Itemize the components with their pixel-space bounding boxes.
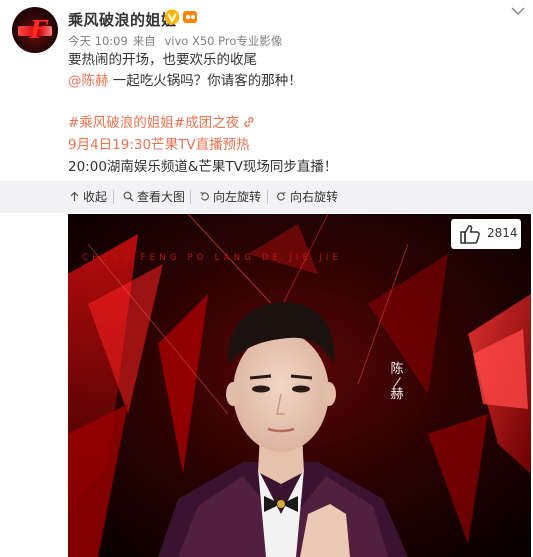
image-toolbar: 收起 查看大图 向左旋转 向右旋转 [0, 181, 533, 213]
source-prefix: 来自 [132, 34, 156, 48]
poster-pinyin-text: CHENG FENG PO LANG DE JIE JIE [82, 253, 343, 263]
avatar[interactable]: F [12, 7, 58, 53]
thumbs-up-icon [460, 225, 480, 244]
arrow-up-icon [70, 191, 79, 201]
post-line-2: @陈赫 一起吃火锅吗？你请客的那种！ [68, 72, 302, 90]
post-photo[interactable]: CHENG FENG PO LANG DE JIE JIE 陈 赫 2814 [68, 214, 531, 557]
post-time[interactable]: 今天 10:09 [68, 34, 128, 48]
rotate-right-button[interactable]: 向右旋转 [276, 189, 338, 205]
topic-link[interactable]: 成团之夜 [185, 115, 239, 131]
link-icon [244, 117, 254, 127]
post-meta: 今天 10:09 来自 vivo X50 Pro专业影像 [68, 33, 287, 49]
toolbar-divider [190, 190, 191, 204]
rotate-left-label: 向左旋转 [213, 190, 262, 204]
toolbar-divider [267, 190, 268, 204]
post-hashtags: #乘风破浪的姐姐#成团之夜 [68, 114, 255, 132]
poster-name-tag: 陈 赫 [386, 361, 408, 404]
weibo-post-card: F 乘风破浪的姐姐 今天 10:09 来自 vivo X50 Pro专业影像 要热… [0, 0, 533, 190]
rotate-left-icon [200, 191, 209, 201]
toolbar-divider [113, 190, 114, 204]
post-line-1: 要热闹的开场，也要欢乐的收尾 [68, 52, 257, 68]
view-large-button[interactable]: 查看大图 [123, 189, 185, 205]
collapse-button[interactable]: 收起 [69, 189, 107, 205]
verified-v-icon [164, 9, 180, 25]
chevron-down-icon[interactable] [511, 6, 525, 16]
hashtag-link[interactable]: #乘风破浪的姐姐# [68, 115, 185, 131]
post-source[interactable]: vivo X50 Pro专业影像 [164, 34, 282, 48]
post-line-5: 20:00湖南娱乐频道&芒果TV现场同步直播！ [68, 159, 338, 175]
post-line-2-text: 一起吃火锅吗？你请客的那种！ [108, 73, 302, 89]
rotate-right-icon [277, 191, 286, 201]
mention-link[interactable]: @陈赫 [68, 73, 109, 89]
poster-image [68, 214, 531, 557]
view-large-label: 查看大图 [137, 190, 186, 204]
rotate-left-button[interactable]: 向左旋转 [199, 189, 261, 205]
user-name[interactable]: 乘风破浪的姐姐 [68, 9, 177, 30]
rotate-right-label: 向右旋转 [290, 190, 339, 204]
post-line-4[interactable]: 9月4日19:30芒果TV直播预热 [68, 136, 250, 154]
like-count: 2814 [487, 226, 518, 240]
avatar-logo-mark: F [30, 15, 48, 44]
collapse-label: 收起 [83, 190, 108, 204]
like-button[interactable]: 2814 [451, 219, 521, 249]
poster-name-char-1: 陈 [390, 362, 404, 377]
search-icon [123, 191, 134, 202]
vip-badge-icon[interactable] [182, 9, 198, 25]
poster-name-char-2: 赫 [390, 387, 404, 402]
